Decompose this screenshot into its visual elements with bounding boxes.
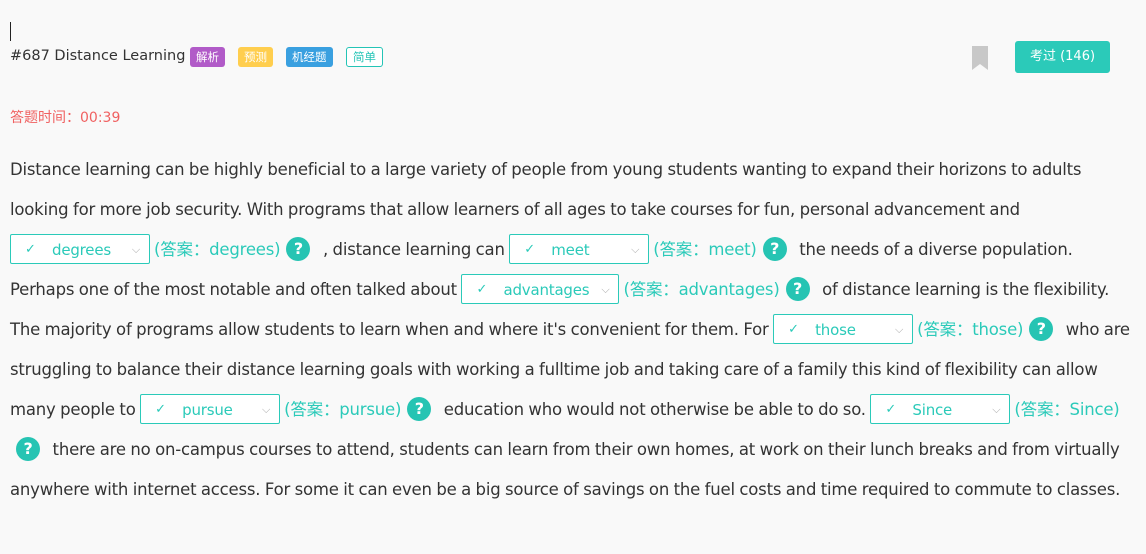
chevron-down-icon: ⌵ (631, 242, 640, 256)
answer-timer: 答题时间：00:39 (10, 110, 121, 126)
question-title: #687 Distance Learning (10, 48, 186, 64)
blank-select-2[interactable]: ✓ meet ⌵ (509, 233, 650, 264)
passage-text: there are no on-campus courses to attend… (10, 440, 1121, 499)
blank-select-5[interactable]: ✓ pursue ⌵ (140, 393, 281, 424)
check-icon: ✓ (155, 401, 166, 417)
passage-text: Distance learning can be highly benefici… (10, 160, 1082, 219)
blank-value: those (815, 320, 856, 339)
blank-select-4[interactable]: ✓ those ⌵ (773, 313, 914, 344)
answer-label: (答案：pursue) (284, 400, 402, 419)
blank-value: degrees (52, 240, 111, 259)
tag-exam-memory[interactable]: 机经题 (286, 47, 333, 67)
answer-label: (答案：degrees) (154, 240, 281, 259)
passage: Distance learning can be highly benefici… (10, 150, 1136, 510)
check-icon: ✓ (788, 321, 799, 337)
help-icon[interactable]: ? (16, 437, 40, 461)
blank-value: meet (551, 240, 590, 259)
blank-value: advantages (503, 280, 590, 299)
help-icon[interactable]: ? (762, 237, 787, 261)
check-icon: ✓ (885, 401, 897, 417)
blank-value: Since (912, 400, 953, 419)
answer-label: (答案：advantages) (623, 280, 780, 299)
check-icon: ✓ (25, 241, 36, 257)
blank-select-3[interactable]: ✓ advantages ⌵ (461, 273, 620, 304)
blank-select-1[interactable]: ✓ degrees ⌵ (10, 233, 150, 264)
chevron-down-icon: ⌵ (262, 402, 271, 416)
chevron-down-icon: ⌵ (992, 402, 1001, 416)
help-icon[interactable]: ? (1029, 317, 1054, 341)
blank-select-6[interactable]: ✓ Since ⌵ (870, 393, 1011, 424)
done-count-button[interactable]: 考过 (146) (1015, 41, 1110, 73)
help-icon[interactable]: ? (785, 277, 810, 301)
tag-difficulty-easy: 简单 (346, 47, 383, 67)
check-icon: ✓ (524, 241, 535, 257)
tag-prediction[interactable]: 预测 (238, 47, 273, 67)
chevron-down-icon: ⌵ (894, 322, 904, 336)
check-icon: ✓ (476, 281, 488, 297)
text-cursor (10, 22, 11, 41)
passage-text: , distance learning can (318, 240, 510, 259)
chevron-down-icon: ⌵ (131, 242, 140, 256)
chevron-down-icon: ⌵ (601, 282, 610, 296)
answer-label: (答案：those) (917, 320, 1024, 339)
question-header: #687 Distance Learning 解析 预测 机经题 简单 考过 (… (10, 41, 1120, 73)
tag-analysis[interactable]: 解析 (190, 47, 225, 67)
blank-value: pursue (182, 400, 233, 419)
help-icon[interactable]: ? (407, 397, 432, 421)
answer-label: (答案：meet) (653, 240, 757, 259)
answer-label: (答案：Since) (1014, 400, 1120, 419)
help-icon[interactable]: ? (286, 237, 311, 261)
bookmark-icon[interactable] (972, 46, 988, 70)
passage-text: education who would not otherwise be abl… (439, 400, 871, 419)
